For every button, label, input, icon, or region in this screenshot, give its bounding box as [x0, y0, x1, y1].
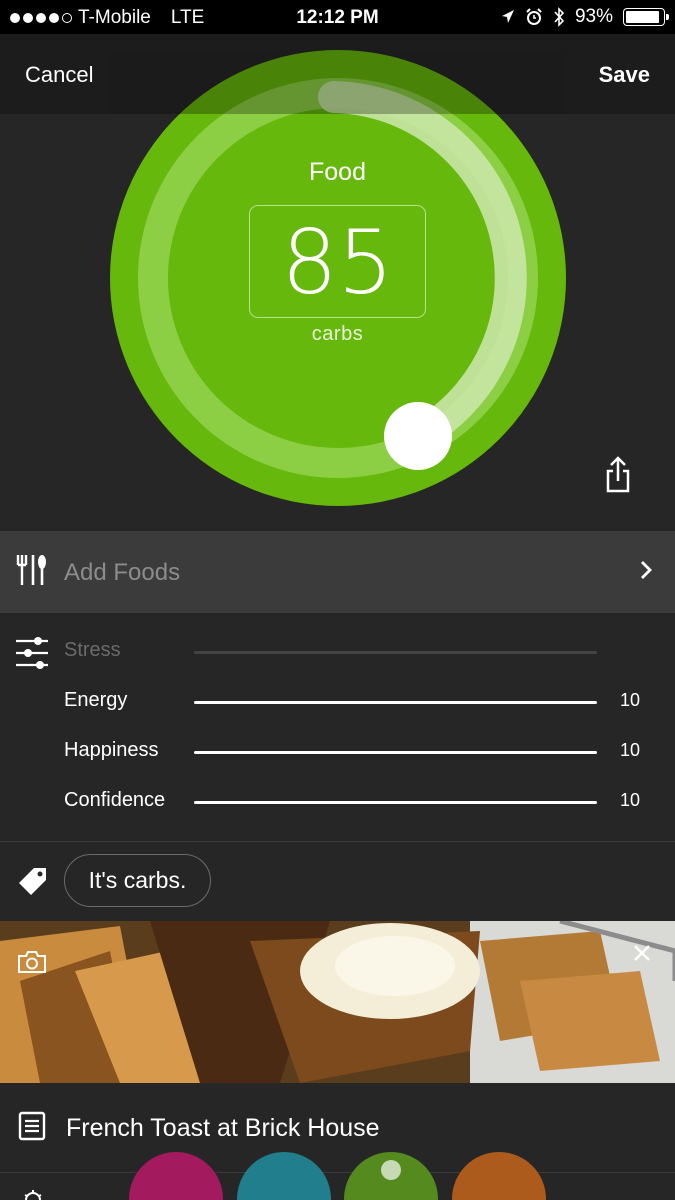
close-icon[interactable]	[633, 944, 651, 962]
slider-label: Happiness	[64, 739, 159, 761]
stress-slider-row[interactable]: Stress	[0, 637, 675, 667]
chevron-right-icon	[641, 561, 652, 579]
save-button[interactable]: Save	[599, 62, 650, 88]
divider	[0, 841, 675, 842]
stress-slider[interactable]	[194, 651, 597, 654]
status-icons: 93%	[501, 6, 669, 28]
happiness-slider-row[interactable]: Happiness 10	[0, 737, 675, 767]
status-bar: T-Mobile LTE 12:12 PM 93%	[0, 0, 675, 34]
confidence-slider[interactable]	[194, 801, 597, 804]
camera-icon[interactable]	[17, 950, 47, 974]
battery-percent: 93%	[574, 6, 613, 27]
slider-value: 10	[620, 790, 641, 810]
dial-unit: carbs	[311, 323, 364, 345]
orange-category-button[interactable]	[452, 1152, 546, 1200]
food-photo[interactable]	[0, 921, 675, 1083]
bluetooth-icon	[554, 7, 565, 27]
energy-slider[interactable]	[194, 701, 597, 704]
divider	[0, 1172, 675, 1173]
slider-label: Confidence	[64, 789, 166, 811]
tag-icon	[19, 868, 46, 895]
french-toast-image	[0, 921, 675, 1083]
location-arrow-icon	[501, 10, 514, 23]
alarm-icon	[526, 8, 542, 25]
slider-value: 10	[620, 690, 641, 710]
energy-slider-row[interactable]: Energy 10	[0, 687, 675, 717]
slider-label: Stress	[64, 639, 121, 661]
share-icon[interactable]	[603, 455, 633, 495]
dial-knob[interactable]	[384, 402, 452, 470]
happiness-slider[interactable]	[194, 751, 597, 754]
note-icon	[18, 1111, 46, 1141]
utensils-icon	[16, 555, 46, 585]
green-category-button[interactable]	[344, 1152, 438, 1200]
carb-value[interactable]: 85	[249, 205, 426, 318]
selected-indicator	[381, 1160, 401, 1180]
slider-label: Energy	[64, 689, 128, 711]
gear-icon[interactable]	[22, 1188, 44, 1200]
slider-value: 10	[620, 740, 641, 760]
note-text[interactable]: French Toast at Brick House	[66, 1114, 380, 1143]
tag-chip[interactable]: It's carbs.	[64, 854, 211, 907]
dial-title: Food	[309, 158, 366, 186]
battery-icon	[623, 8, 669, 26]
teal-category-button[interactable]	[237, 1152, 331, 1200]
magenta-category-button[interactable]	[129, 1152, 223, 1200]
confidence-slider-row[interactable]: Confidence 10	[0, 787, 675, 817]
add-foods-label: Add Foods	[64, 559, 181, 586]
add-foods-row[interactable]: Add Foods	[0, 531, 675, 613]
cancel-button[interactable]: Cancel	[25, 62, 93, 88]
